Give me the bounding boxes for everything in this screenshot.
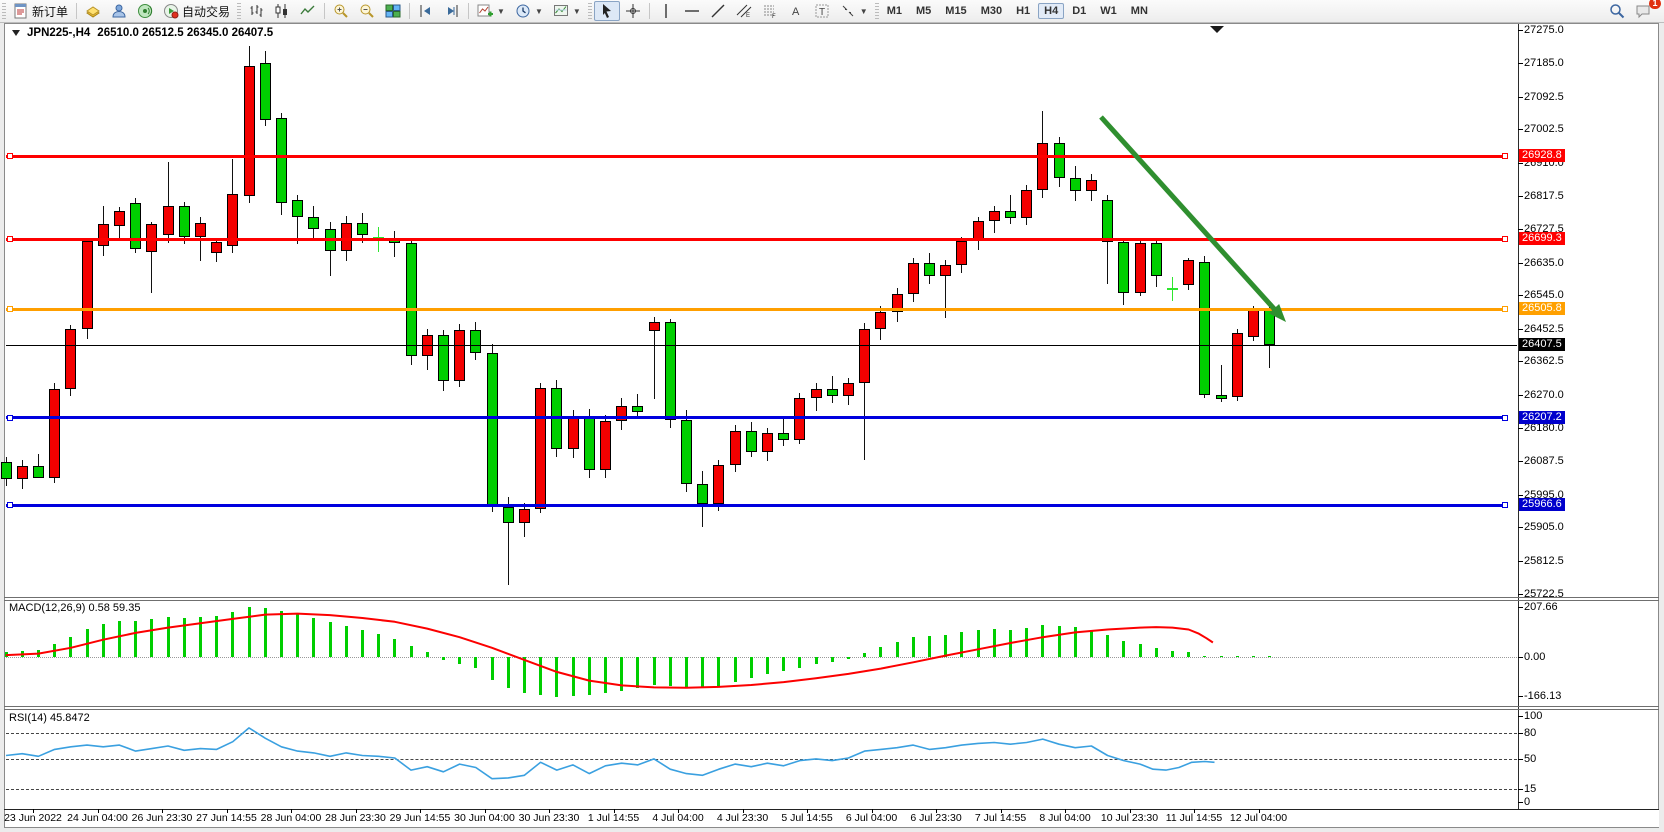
trendline-icon	[710, 3, 726, 19]
panel-splitter[interactable]	[4, 597, 1659, 598]
zoom-out-icon	[359, 3, 375, 19]
data-window-button[interactable]	[106, 1, 132, 21]
symbol-period-label: JPN225-,H4	[27, 27, 90, 39]
one-click-collapse-icon[interactable]	[12, 30, 20, 36]
candlestick-chart-icon	[274, 3, 290, 19]
timeframe-w1[interactable]: W1	[1094, 3, 1123, 19]
autotrading-icon	[163, 3, 179, 19]
timeframe-m30[interactable]: M30	[975, 3, 1008, 19]
notification-badge: 1	[1649, 0, 1661, 9]
chart-shift-button[interactable]	[413, 1, 439, 21]
fibonacci-icon: F	[762, 3, 778, 19]
vertical-line-tool-button[interactable]	[653, 1, 679, 21]
panel-splitter[interactable]	[4, 600, 1659, 601]
line-chart-button[interactable]	[295, 1, 321, 21]
indicators-icon	[477, 3, 493, 19]
autotrading-label: 自动交易	[182, 3, 230, 20]
trendline-tool-button[interactable]	[705, 1, 731, 21]
autotrading-button[interactable]: 自动交易	[158, 1, 235, 21]
indicators-caret: ▼	[497, 7, 505, 16]
chart-shift-icon	[418, 3, 434, 19]
tile-windows-button[interactable]	[380, 1, 406, 21]
new-order-label: 新订单	[32, 3, 68, 20]
crosshair-icon	[625, 3, 641, 19]
notifications-button[interactable]: 1	[1630, 1, 1656, 21]
charts-profile-icon	[85, 3, 101, 19]
auto-scroll-button[interactable]	[439, 1, 465, 21]
svg-text:A: A	[792, 6, 800, 18]
timeframe-h4[interactable]: H4	[1038, 3, 1064, 19]
cursor-icon	[599, 3, 615, 19]
bar-chart-button[interactable]	[243, 1, 269, 21]
search-icon	[1609, 3, 1625, 19]
trading-terminal-window: 新订单 自动交易	[0, 0, 1664, 832]
zoom-in-icon	[333, 3, 349, 19]
rsi-label: RSI(14) 45.8472	[9, 712, 90, 724]
candlestick-chart-button[interactable]	[269, 1, 295, 21]
timeframe-d1[interactable]: D1	[1066, 3, 1092, 19]
ohlc-readout: 26510.0 26512.5 26345.0 26407.5	[97, 27, 273, 39]
bar-chart-icon	[248, 3, 264, 19]
fibonacci-tool-button[interactable]: F	[757, 1, 783, 21]
arrows-icon	[840, 3, 856, 19]
data-window-icon	[111, 3, 127, 19]
vertical-line-icon	[658, 3, 674, 19]
equidistant-channel-icon: E	[736, 3, 752, 19]
templates-button[interactable]: ▼	[548, 1, 586, 21]
chart-title-overlay: JPN225-,H4 26510.0 26512.5 26345.0 26407…	[12, 27, 273, 39]
search-button[interactable]	[1604, 1, 1630, 21]
macd-label: MACD(12,26,9) 0.58 59.35	[9, 602, 140, 614]
timeframe-m1[interactable]: M1	[881, 3, 908, 19]
svg-text:T: T	[819, 7, 825, 18]
horizontal-line-tool-button[interactable]	[679, 1, 705, 21]
auto-scroll-icon	[444, 3, 460, 19]
text-label-icon: T	[814, 3, 830, 19]
new-order-icon	[13, 3, 29, 19]
price-axis-separator	[1518, 24, 1519, 810]
timeframe-m15[interactable]: M15	[939, 3, 972, 19]
expert-advisor-icon	[137, 3, 153, 19]
crosshair-tool-button[interactable]	[620, 1, 646, 21]
arrows-tool-button[interactable]: ▼	[835, 1, 873, 21]
time-axis[interactable]	[5, 810, 1659, 827]
text-icon: A	[788, 3, 804, 19]
svg-text:E: E	[746, 13, 750, 19]
timeframe-group: M1M5M15M30H1H4D1W1MN	[881, 3, 1154, 19]
timeframe-mn[interactable]: MN	[1125, 3, 1154, 19]
label-tool-button[interactable]: T	[809, 1, 835, 21]
indicators-button[interactable]: ▼	[472, 1, 510, 21]
periods-clock-icon	[515, 3, 531, 19]
toolbar-grip	[2, 3, 6, 19]
tile-windows-icon	[385, 3, 401, 19]
timeframe-h1[interactable]: H1	[1010, 3, 1036, 19]
svg-text:F: F	[772, 14, 776, 19]
panel-splitter[interactable]	[4, 709, 1659, 710]
panel-splitter[interactable]	[4, 706, 1659, 707]
new-order-button[interactable]: 新订单	[8, 1, 73, 21]
expert-advisor-button[interactable]	[132, 1, 158, 21]
timeframe-m5[interactable]: M5	[910, 3, 937, 19]
periods-button[interactable]: ▼	[510, 1, 548, 21]
zoom-out-button[interactable]	[354, 1, 380, 21]
templates-icon	[553, 3, 569, 19]
main-toolbar: 新订单 自动交易	[0, 0, 1664, 23]
text-tool-button[interactable]: A	[783, 1, 809, 21]
chart-window[interactable]	[4, 23, 1659, 828]
charts-profile-button[interactable]	[80, 1, 106, 21]
channel-tool-button[interactable]: E	[731, 1, 757, 21]
chart-shift-marker-icon[interactable]	[1210, 26, 1224, 33]
horizontal-line-icon	[684, 3, 700, 19]
cursor-tool-button[interactable]	[594, 1, 620, 21]
line-chart-icon	[300, 3, 316, 19]
zoom-in-button[interactable]	[328, 1, 354, 21]
